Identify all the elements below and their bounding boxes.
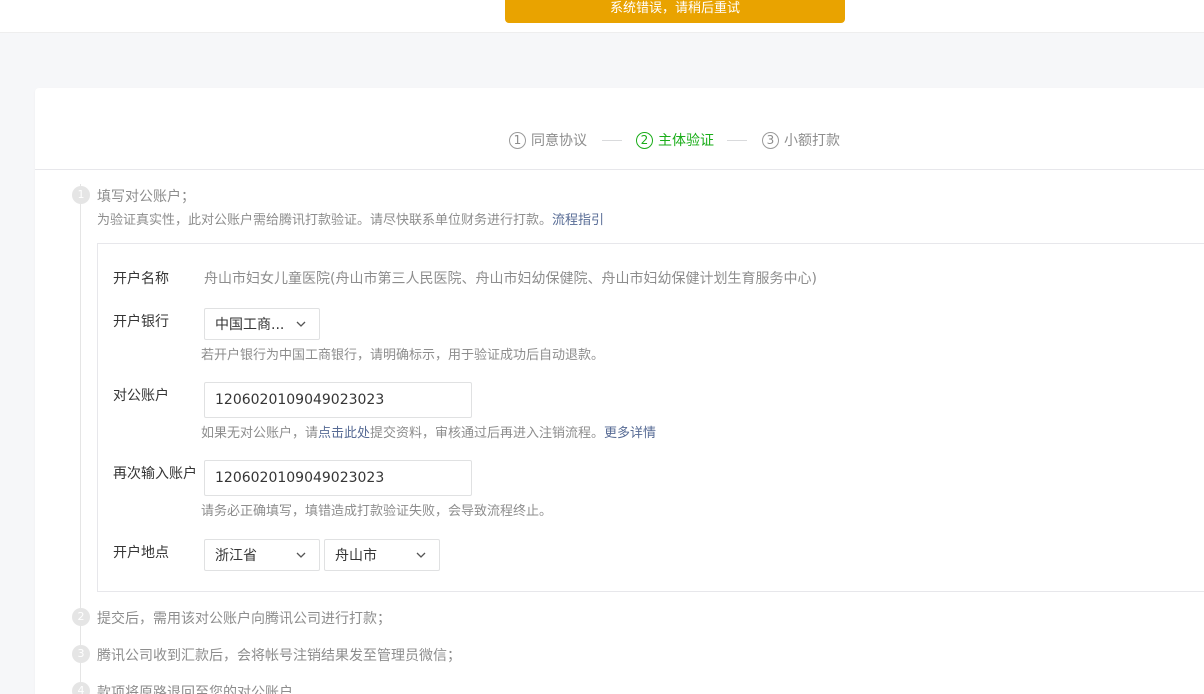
account-name-value: 舟山市妇女儿童医院(舟山市第三人民医院、舟山市妇幼保健院、舟山市妇幼保健计划生育… [204,271,817,287]
step-label: 小额打款 [784,133,840,149]
account-hint-text: 如果无对公账户，请 [201,426,319,441]
location-label: 开户地点 [113,545,169,561]
account-hint-text-2: 提交资料，审核通过后再进入注销流程。 [370,426,605,441]
bank-select[interactable]: 中国工商... [204,308,320,340]
bank-label: 开户银行 [113,314,169,330]
flow-step-badge: 4 [72,682,90,694]
province-select-value: 浙江省 [215,548,257,564]
step-transfer: 3 小额打款 [762,130,840,150]
step-label: 主体验证 [658,133,714,149]
flow-step-badge: 3 [72,645,90,663]
flow-step-desc-text: 为验证真实性，此对公账户需给腾讯打款验证。请尽快联系单位财务进行打款。 [97,213,553,228]
process-guide-link[interactable]: 流程指引 [552,213,604,228]
chevron-down-icon [296,321,306,327]
error-toast: 系统错误，请稍后重试 [505,0,845,23]
account-confirm-input[interactable] [204,460,472,496]
account-hint: 如果无对公账户，请点击此处提交资料，审核通过后再进入注销流程。更多详情 [201,422,656,441]
province-select[interactable]: 浙江省 [204,539,320,571]
click-here-link[interactable]: 点击此处 [318,426,370,441]
step-number: 3 [762,131,779,149]
flow-step-desc: 为验证真实性，此对公账户需给腾讯打款验证。请尽快联系单位财务进行打款。流程指引 [97,209,604,228]
account-name-label: 开户名称 [113,271,169,287]
account-input[interactable] [204,382,472,418]
flow-step-badge: 1 [72,186,90,204]
more-details-link[interactable]: 更多详情 [604,426,656,441]
account-confirm-label: 再次输入账户 [113,466,197,482]
step-divider [602,140,622,141]
flow-step-badge: 2 [72,608,90,626]
main-card: 1 同意协议 2 主体验证 3 小额打款 1 填写对公账户； 为验证真实性，此对… [35,88,1204,694]
account-confirm-hint: 请务必正确填写，填错造成打款验证失败，会导致流程终止。 [201,504,553,519]
step-verify: 2 主体验证 [636,130,714,150]
account-label: 对公账户 [113,388,169,404]
step-number: 2 [636,131,653,149]
chevron-down-icon [296,552,306,558]
flow-step-title: 款项将原路退回至您的对公账户 [97,685,293,694]
city-select[interactable]: 舟山市 [324,539,440,571]
bank-account-form: 开户名称 舟山市妇女儿童医院(舟山市第三人民医院、舟山市妇幼保健院、舟山市妇幼保… [97,243,1204,592]
city-select-value: 舟山市 [335,548,377,564]
flow-step-title: 提交后，需用该对公账户向腾讯公司进行打款； [97,611,391,627]
bank-hint: 若开户银行为中国工商银行，请明确标示，用于验证成功后自动退款。 [201,348,605,363]
step-divider [727,140,747,141]
step-agree: 1 同意协议 [509,130,587,150]
chevron-down-icon [416,552,426,558]
step-number: 1 [509,131,526,149]
bank-select-value: 中国工商... [215,317,285,333]
flow-step-title: 填写对公账户； [97,189,195,205]
step-label: 同意协议 [531,133,587,149]
progress-steps: 1 同意协议 2 主体验证 3 小额打款 [35,88,1204,170]
flow-step-title: 腾讯公司收到汇款后，会将帐号注销结果发至管理员微信； [97,648,461,664]
